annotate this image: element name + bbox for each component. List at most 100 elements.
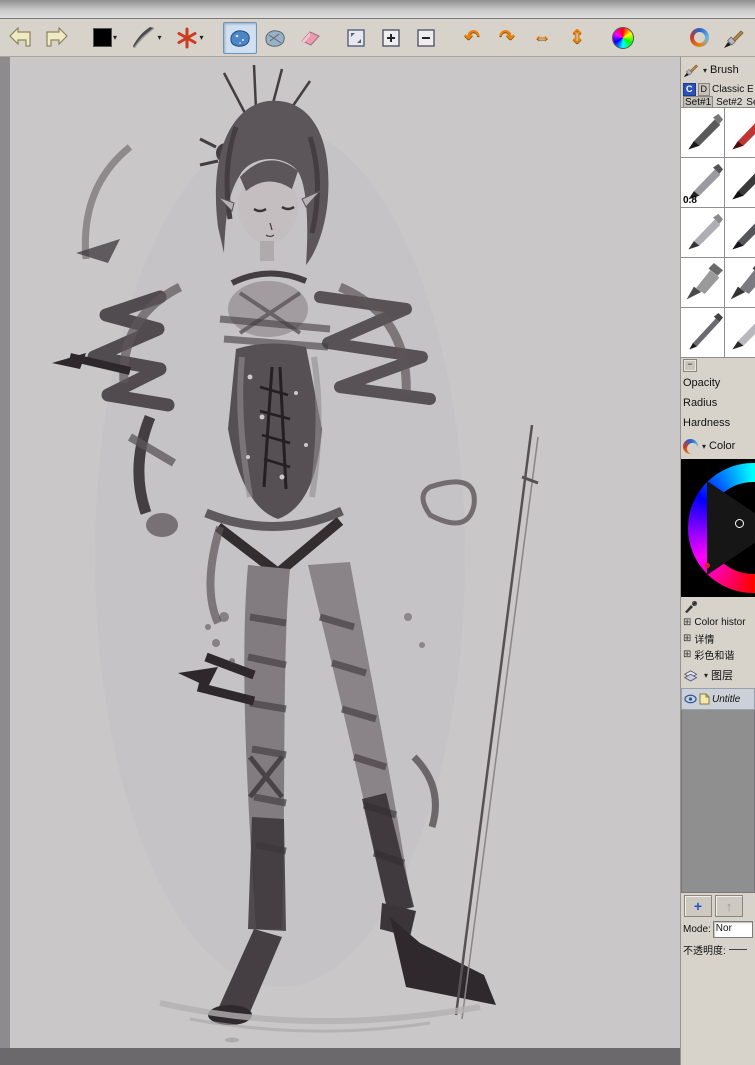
rotate-right-icon: ↷ xyxy=(499,27,515,48)
fit-window-icon xyxy=(347,28,365,47)
undo-button[interactable] xyxy=(4,22,38,54)
layer-visibility-eye-icon[interactable] xyxy=(684,694,697,704)
brush-thumbnail-red-pen[interactable] xyxy=(724,107,755,158)
opacity-slider[interactable]: Opacity xyxy=(681,373,755,393)
textured-blob-icon xyxy=(265,29,285,47)
current-color-swatch xyxy=(92,28,112,47)
hsv-color-wheel[interactable] xyxy=(681,459,755,597)
chevron-down-icon: ▾ xyxy=(157,33,162,42)
layer-list-area[interactable] xyxy=(681,710,755,893)
redo-button[interactable] xyxy=(39,22,73,54)
canvas-document[interactable] xyxy=(10,57,680,1048)
layer-row[interactable]: Untitle xyxy=(681,688,755,710)
brush-thumbnail-fine-liner[interactable] xyxy=(681,307,725,358)
opacity-slider-track[interactable] xyxy=(728,949,747,950)
chevron-down-icon: ▾ xyxy=(199,33,204,42)
redo-icon xyxy=(46,26,68,47)
expander-details[interactable]: ⊞ 详情 xyxy=(681,630,755,646)
color-wheel-button[interactable] xyxy=(606,22,640,54)
brush-grid: 0.8 xyxy=(681,107,755,358)
brush-panel-button[interactable] xyxy=(717,22,751,54)
layer-thumbnail-icon xyxy=(699,693,710,705)
brush-panel-header[interactable]: ▾ Brush xyxy=(681,57,755,83)
flip-horizontal-icon: ⇔ xyxy=(532,27,552,48)
layers-panel-header[interactable]: ▾ 图层 xyxy=(681,662,755,688)
titlebar[interactable] xyxy=(0,0,755,19)
brush-group-row: C D Classic Exp xyxy=(681,83,755,96)
scratchpad-button[interactable]: ▾ xyxy=(169,22,211,54)
expander-color-history[interactable]: ⊞ Color histor xyxy=(681,614,755,630)
hue-marker xyxy=(705,563,710,568)
flip-horizontal-button[interactable]: ⇔ xyxy=(525,22,559,54)
layer-buttons: + ↑ xyxy=(681,893,755,919)
undo-icon xyxy=(9,26,31,47)
brush-stroke-icon xyxy=(133,26,155,48)
starburst-icon xyxy=(177,27,197,48)
opacity-label: 不透明度: xyxy=(683,945,726,957)
eraser-tool-button[interactable] xyxy=(293,22,327,54)
artwork-sketch xyxy=(52,64,539,1043)
color-ring-icon xyxy=(689,28,709,47)
chevron-down-icon: ▾ xyxy=(704,670,709,680)
expander-label: Color histor xyxy=(694,616,746,628)
layers-icon xyxy=(683,669,698,682)
zoom-out-button[interactable] xyxy=(409,22,443,54)
brush-group-tab-c[interactable]: C xyxy=(683,83,696,96)
mode-select[interactable]: Nor xyxy=(712,920,753,938)
eyedropper-row xyxy=(681,597,755,614)
rotate-left-button[interactable]: ↶ xyxy=(455,22,489,54)
brush-thumbnail-highlighter[interactable] xyxy=(681,257,725,308)
expand-plus-icon: ⊞ xyxy=(683,648,692,660)
eraser-icon xyxy=(301,30,320,46)
brush-size-badge: 0.8 xyxy=(683,195,697,206)
paintbrush-icon xyxy=(683,64,698,78)
rotate-right-button[interactable]: ↷ xyxy=(490,22,524,54)
paint-blob-icon xyxy=(230,29,250,47)
brush-settings-collapse: − xyxy=(681,358,755,373)
hardness-slider[interactable]: Hardness xyxy=(681,413,755,433)
color-swatch-button[interactable]: ▾ xyxy=(85,22,125,54)
canvas-margin-bottom xyxy=(0,1048,680,1065)
brush-thumbnail-ink-pen[interactable] xyxy=(724,207,755,258)
radius-slider[interactable]: Radius xyxy=(681,393,755,413)
canvas-area[interactable] xyxy=(0,57,680,1065)
brush-group-tab-d[interactable]: D xyxy=(697,83,710,96)
eyedropper-icon[interactable] xyxy=(684,599,698,613)
chevron-down-icon: ▾ xyxy=(112,33,117,42)
layer-mode-row: Mode: Nor xyxy=(681,919,755,939)
brush-thumbnail-pencil[interactable] xyxy=(681,107,725,158)
paint-tool-button[interactable] xyxy=(223,21,257,54)
expand-plus-icon: ⊞ xyxy=(683,616,692,628)
expander-color-harmony[interactable]: ⊞ 彩色和谐 xyxy=(681,646,755,662)
color-ring-panel-button[interactable] xyxy=(682,22,716,54)
collapse-button[interactable]: − xyxy=(683,359,697,372)
brush-set-tab-3[interactable]: Se xyxy=(745,97,755,108)
fit-window-button[interactable] xyxy=(339,22,373,54)
add-layer-button[interactable]: + xyxy=(684,895,712,917)
sv-triangle[interactable] xyxy=(707,481,755,575)
color-wheel-icon xyxy=(612,26,634,49)
expand-plus-icon: ⊞ xyxy=(683,632,692,644)
app-window: ▾ ▾ ▾ ↶ ↷ ⇔ ⇕ ▾ Brush C D Classic Set#1 … xyxy=(0,0,755,1065)
color-panel-header[interactable]: ▾ Color xyxy=(681,433,755,459)
brush-preview-button[interactable]: ▾ xyxy=(126,22,168,54)
flip-vertical-button[interactable]: ⇕ xyxy=(560,22,594,54)
brush-group-name: Classic Exp xyxy=(712,84,753,95)
color-panel-title: Color xyxy=(709,440,736,452)
brush-thumbnail-chisel-marker[interactable] xyxy=(724,257,755,308)
brush-thumbnail-pen-08[interactable]: 0.8 xyxy=(681,157,725,208)
brush-thumbnail-brush-pen[interactable] xyxy=(724,307,755,358)
brush-panel-title: Brush xyxy=(710,64,739,76)
layer-opacity-row: 不透明度: xyxy=(681,939,755,959)
brush-set-tab-2[interactable]: Set#2 xyxy=(715,97,743,108)
layers-panel-title: 图层 xyxy=(711,670,734,682)
smudge-tool-button[interactable] xyxy=(258,22,292,54)
brush-thumbnail-dark-pen[interactable] xyxy=(724,157,755,208)
mode-label: Mode: xyxy=(683,923,711,935)
brush-thumbnail-fountain-pen[interactable] xyxy=(681,207,725,258)
layer-name: Untitle xyxy=(712,693,741,705)
zoom-out-icon xyxy=(417,28,435,47)
zoom-in-button[interactable] xyxy=(374,22,408,54)
main-area: ▾ Brush C D Classic Exp Set#1 Set#2 Se xyxy=(0,57,755,1065)
raise-layer-button[interactable]: ↑ xyxy=(715,895,743,917)
